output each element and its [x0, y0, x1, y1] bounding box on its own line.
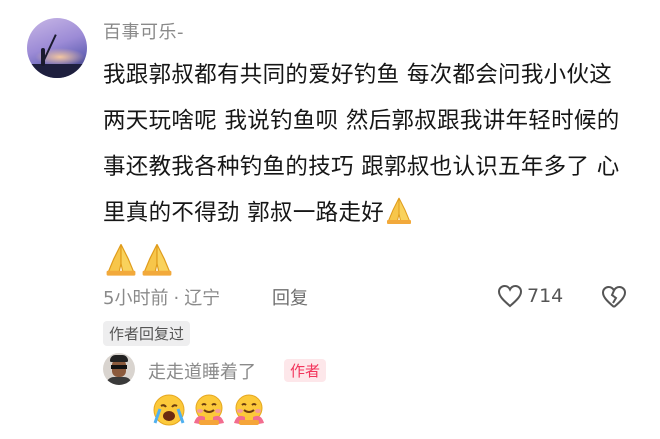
- reply-avatar[interactable]: [103, 353, 135, 385]
- comment-text-content: 我跟郭叔都有共同的爱好钓鱼 每次都会问我小伙这两天玩啥呢 我说钓鱼呗 然后郭叔跟…: [103, 62, 620, 226]
- dislike-button[interactable]: [600, 285, 628, 313]
- meta-separator: ·: [173, 288, 180, 309]
- comment-time: 5小时前: [103, 288, 169, 309]
- hugging-face-icon: [194, 394, 224, 425]
- comment-meta: 5小时前 · 辽宁: [103, 284, 220, 310]
- author-replied-tag: 作者回复过: [103, 321, 191, 346]
- commenter-username[interactable]: 百事可乐-: [103, 18, 184, 44]
- commenter-avatar[interactable]: [27, 18, 87, 78]
- like-count: 714: [527, 285, 564, 307]
- comment-item: 百事可乐- 我跟郭叔都有共同的爱好钓鱼 每次都会问我小伙这两天玩啥呢 我说钓鱼呗…: [0, 0, 660, 439]
- comment-text: 我跟郭叔都有共同的爱好钓鱼 每次都会问我小伙这两天玩啥呢 我说钓鱼呗 然后郭叔跟…: [103, 52, 633, 294]
- like-button[interactable]: 714: [497, 284, 563, 308]
- hugging-face-icon: [234, 394, 264, 425]
- folded-hands-icon: [384, 196, 414, 242]
- crying-face-icon: [153, 394, 185, 426]
- comment-location: 辽宁: [184, 288, 221, 309]
- reply-text: [151, 393, 267, 427]
- heart-icon: [497, 284, 523, 308]
- reply-username[interactable]: 走走道睡着了: [148, 358, 256, 384]
- author-badge: 作者: [284, 359, 327, 382]
- reply-button[interactable]: 回复: [272, 284, 308, 310]
- broken-heart-icon: [601, 285, 627, 308]
